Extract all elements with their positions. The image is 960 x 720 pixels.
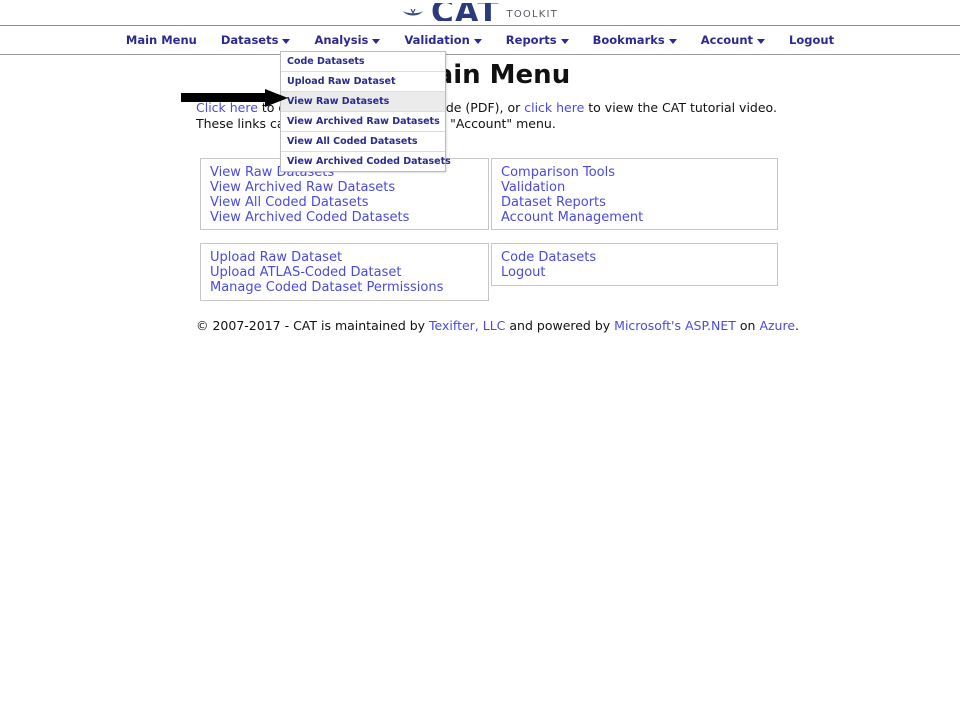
panel-link-view-archived-coded-datasets[interactable]: View Archived Coded Datasets xyxy=(210,211,479,226)
chevron-down-icon xyxy=(372,38,381,44)
tutorial-video-link[interactable]: click here xyxy=(524,100,584,115)
panel-link-logout[interactable]: Logout xyxy=(501,265,768,281)
panel-tools: Comparison Tools Validation Dataset Repo… xyxy=(491,158,778,230)
dropdown-item-view-archived-coded-datasets[interactable]: View Archived Coded Datasets xyxy=(281,152,451,171)
panel-link-upload-raw-dataset[interactable]: Upload Raw Dataset xyxy=(210,250,479,266)
main-navigation: Main Menu Datasets Analysis Validation R… xyxy=(0,26,960,54)
nav-label: Reports xyxy=(505,33,557,47)
nav-item-bookmarks[interactable]: Bookmarks xyxy=(581,26,689,54)
chevron-down-icon xyxy=(473,38,482,44)
chevron-down-icon xyxy=(757,38,766,44)
site-header: CAT TOOLKIT xyxy=(0,0,960,24)
panel-link-code-datasets[interactable]: Code Datasets xyxy=(501,250,768,266)
footer-text-end: . xyxy=(795,318,800,333)
nav-label: Datasets xyxy=(220,33,279,47)
panel-link-view-archived-raw-datasets[interactable]: View Archived Raw Datasets xyxy=(210,180,479,196)
dropdown-item-upload-raw-dataset[interactable]: Upload Raw Dataset xyxy=(281,72,445,92)
nav-label: Logout xyxy=(789,33,835,47)
nav-item-reports[interactable]: Reports xyxy=(494,26,581,54)
footer-link-texifter[interactable]: Texifter, LLC xyxy=(429,318,505,333)
panel-link-upload-atlas-coded-dataset[interactable]: Upload ATLAS-Coded Dataset xyxy=(210,265,479,281)
footer: © 2007-2017 - CAT is maintained by Texif… xyxy=(196,318,896,334)
dropdown-item-view-archived-raw-datasets[interactable]: View Archived Raw Datasets xyxy=(281,112,445,132)
footer-link-azure[interactable]: Azure xyxy=(759,318,795,333)
intro-text-b: to view the CAT tutorial video. xyxy=(584,100,777,115)
nav-label: Validation xyxy=(404,33,470,47)
nav-item-logout[interactable]: Logout xyxy=(777,26,846,54)
nav-item-main-menu[interactable]: Main Menu xyxy=(114,26,209,54)
nav-label: Account xyxy=(700,33,754,47)
panel-link-view-all-coded-datasets[interactable]: View All Coded Datasets xyxy=(210,196,479,211)
nav-label: Bookmarks xyxy=(592,33,665,47)
panel-actions: Code Datasets Logout xyxy=(491,243,778,286)
dropdown-item-view-all-coded-datasets[interactable]: View All Coded Datasets xyxy=(281,132,445,152)
nav-item-datasets[interactable]: Datasets xyxy=(209,26,303,54)
panel-link-account-management[interactable]: Account Management xyxy=(501,211,768,226)
nav-label: Main Menu xyxy=(125,33,197,47)
brand-subtitle: TOOLKIT xyxy=(506,9,558,20)
panel-link-manage-coded-dataset-permissions[interactable]: Manage Coded Dataset Permissions xyxy=(210,281,479,296)
footer-text-mid2: on xyxy=(735,318,760,333)
datasets-dropdown-menu: Code Datasets Upload Raw Dataset View Ra… xyxy=(280,51,451,172)
chevron-down-icon xyxy=(282,38,291,44)
footer-copyright: © 2007-2017 - CAT is maintained by xyxy=(196,318,430,333)
nav-item-analysis[interactable]: Analysis xyxy=(302,26,392,54)
chevron-down-icon xyxy=(560,38,569,44)
nav-item-account[interactable]: Account xyxy=(689,26,777,54)
nav-label: Analysis xyxy=(314,33,369,47)
footer-text-mid: and powered by xyxy=(505,318,615,333)
dropdown-item-view-raw-datasets[interactable]: View Raw Datasets xyxy=(281,92,445,112)
footer-link-aspnet[interactable]: Microsoft's ASP.NET xyxy=(614,318,736,333)
panel-uploads: Upload Raw Dataset Upload ATLAS-Coded Da… xyxy=(200,243,489,301)
nav-bottom-divider xyxy=(0,54,960,55)
panel-link-dataset-reports[interactable]: Dataset Reports xyxy=(501,196,768,211)
chevron-down-icon xyxy=(668,38,677,44)
logo-wrapper: CAT TOOLKIT xyxy=(0,0,960,24)
nav-item-validation[interactable]: Validation xyxy=(392,26,493,54)
dropdown-item-code-datasets[interactable]: Code Datasets xyxy=(281,52,445,72)
panel-link-validation[interactable]: Validation xyxy=(501,180,768,196)
brand-logo[interactable]: CAT TOOLKIT xyxy=(402,3,558,21)
brand-name: CAT xyxy=(431,3,500,21)
annotation-arrow-icon xyxy=(181,89,289,107)
bird-logo-icon xyxy=(402,9,424,21)
panel-link-comparison-tools[interactable]: Comparison Tools xyxy=(501,165,768,181)
